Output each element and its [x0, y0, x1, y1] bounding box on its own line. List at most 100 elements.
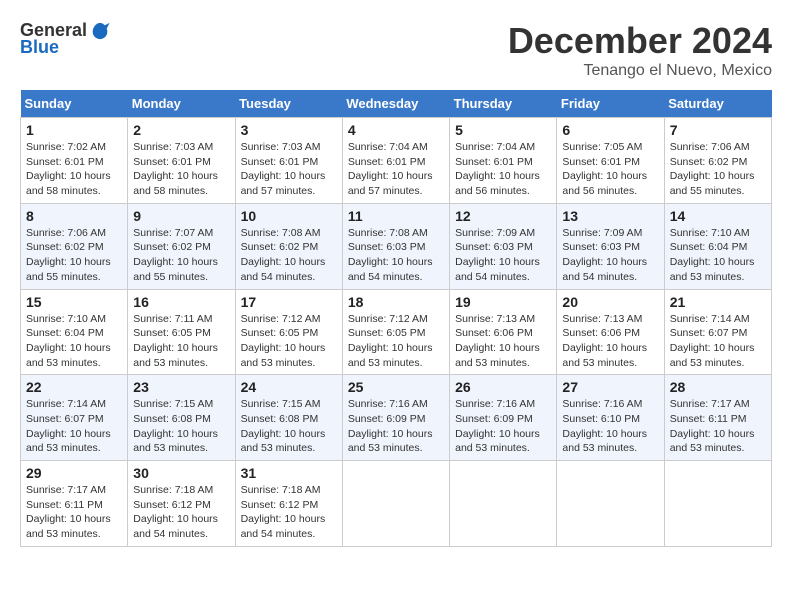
- calendar-week-row: 1 Sunrise: 7:02 AMSunset: 6:01 PMDaylight…: [21, 118, 772, 204]
- cell-date-number: 11: [348, 208, 444, 224]
- calendar-cell: [557, 461, 664, 547]
- logo: General Blue: [20, 20, 111, 58]
- cell-info: Sunrise: 7:03 AMSunset: 6:01 PMDaylight:…: [241, 140, 337, 199]
- cell-info: Sunrise: 7:18 AMSunset: 6:12 PMDaylight:…: [241, 483, 337, 542]
- cell-info: Sunrise: 7:03 AMSunset: 6:01 PMDaylight:…: [133, 140, 229, 199]
- cell-info: Sunrise: 7:10 AMSunset: 6:04 PMDaylight:…: [26, 312, 122, 371]
- calendar-cell: 31 Sunrise: 7:18 AMSunset: 6:12 PMDayligh…: [235, 461, 342, 547]
- calendar-cell: 23Sunrise: 7:15 AMSunset: 6:08 PMDayligh…: [128, 375, 235, 461]
- cell-date-number: 7: [670, 122, 766, 138]
- calendar-cell: [342, 461, 449, 547]
- month-title: December 2024: [508, 20, 772, 62]
- cell-info: Sunrise: 7:13 AMSunset: 6:06 PMDaylight:…: [455, 312, 551, 371]
- calendar-cell: 28 Sunrise: 7:17 AMSunset: 6:11 PMDayligh…: [664, 375, 771, 461]
- logo-blue-text: Blue: [20, 37, 59, 58]
- calendar-cell: 17 Sunrise: 7:12 AMSunset: 6:05 PMDayligh…: [235, 289, 342, 375]
- cell-info: Sunrise: 7:06 AMSunset: 6:02 PMDaylight:…: [26, 226, 122, 285]
- cell-info: Sunrise: 7:12 AMSunset: 6:05 PMDaylight:…: [241, 312, 337, 371]
- cell-date-number: 20: [562, 294, 658, 310]
- calendar-cell: 29 Sunrise: 7:17 AMSunset: 6:11 PMDayligh…: [21, 461, 128, 547]
- day-header-tuesday: Tuesday: [235, 90, 342, 118]
- cell-date-number: 19: [455, 294, 551, 310]
- cell-info: Sunrise: 7:06 AMSunset: 6:02 PMDaylight:…: [670, 140, 766, 199]
- calendar-cell: 7 Sunrise: 7:06 AMSunset: 6:02 PMDaylight…: [664, 118, 771, 204]
- cell-info: Sunrise: 7:18 AMSunset: 6:12 PMDaylight:…: [133, 483, 229, 542]
- calendar-cell: 20 Sunrise: 7:13 AMSunset: 6:06 PMDayligh…: [557, 289, 664, 375]
- cell-info: Sunrise: 7:17 AMSunset: 6:11 PMDaylight:…: [670, 397, 766, 456]
- cell-date-number: 14: [670, 208, 766, 224]
- cell-info: Sunrise: 7:05 AMSunset: 6:01 PMDaylight:…: [562, 140, 658, 199]
- cell-date-number: 25: [348, 379, 444, 395]
- calendar-cell: 13 Sunrise: 7:09 AMSunset: 6:03 PMDayligh…: [557, 203, 664, 289]
- cell-info: Sunrise: 7:16 AMSunset: 6:09 PMDaylight:…: [455, 397, 551, 456]
- cell-date-number: 3: [241, 122, 337, 138]
- calendar-cell: 6 Sunrise: 7:05 AMSunset: 6:01 PMDaylight…: [557, 118, 664, 204]
- cell-info: Sunrise: 7:15 AMSunset: 6:08 PMDaylight:…: [241, 397, 337, 456]
- cell-date-number: 24: [241, 379, 337, 395]
- cell-date-number: 16: [133, 294, 229, 310]
- calendar-week-row: 22Sunrise: 7:14 AMSunset: 6:07 PMDayligh…: [21, 375, 772, 461]
- calendar-cell: 15Sunrise: 7:10 AMSunset: 6:04 PMDayligh…: [21, 289, 128, 375]
- cell-date-number: 10: [241, 208, 337, 224]
- cell-info: Sunrise: 7:09 AMSunset: 6:03 PMDaylight:…: [562, 226, 658, 285]
- calendar-table: SundayMondayTuesdayWednesdayThursdayFrid…: [20, 90, 772, 547]
- location-title: Tenango el Nuevo, Mexico: [508, 62, 772, 80]
- day-header-monday: Monday: [128, 90, 235, 118]
- cell-date-number: 29: [26, 465, 122, 481]
- cell-info: Sunrise: 7:04 AMSunset: 6:01 PMDaylight:…: [348, 140, 444, 199]
- cell-info: Sunrise: 7:17 AMSunset: 6:11 PMDaylight:…: [26, 483, 122, 542]
- cell-info: Sunrise: 7:07 AMSunset: 6:02 PMDaylight:…: [133, 226, 229, 285]
- cell-date-number: 18: [348, 294, 444, 310]
- cell-info: Sunrise: 7:09 AMSunset: 6:03 PMDaylight:…: [455, 226, 551, 285]
- cell-date-number: 4: [348, 122, 444, 138]
- cell-date-number: 13: [562, 208, 658, 224]
- calendar-week-row: 29 Sunrise: 7:17 AMSunset: 6:11 PMDayligh…: [21, 461, 772, 547]
- cell-date-number: 1: [26, 122, 122, 138]
- cell-date-number: 12: [455, 208, 551, 224]
- cell-date-number: 21: [670, 294, 766, 310]
- calendar-cell: 25 Sunrise: 7:16 AMSunset: 6:09 PMDayligh…: [342, 375, 449, 461]
- cell-date-number: 2: [133, 122, 229, 138]
- cell-info: Sunrise: 7:08 AMSunset: 6:02 PMDaylight:…: [241, 226, 337, 285]
- cell-date-number: 26: [455, 379, 551, 395]
- cell-info: Sunrise: 7:12 AMSunset: 6:05 PMDaylight:…: [348, 312, 444, 371]
- cell-date-number: 31: [241, 465, 337, 481]
- calendar-cell: 5Sunrise: 7:04 AMSunset: 6:01 PMDaylight…: [450, 118, 557, 204]
- cell-info: Sunrise: 7:15 AMSunset: 6:08 PMDaylight:…: [133, 397, 229, 456]
- header: General Blue December 2024 Tenango el Nu…: [20, 20, 772, 80]
- cell-info: Sunrise: 7:16 AMSunset: 6:10 PMDaylight:…: [562, 397, 658, 456]
- cell-date-number: 8: [26, 208, 122, 224]
- cell-info: Sunrise: 7:16 AMSunset: 6:09 PMDaylight:…: [348, 397, 444, 456]
- calendar-cell: 12 Sunrise: 7:09 AMSunset: 6:03 PMDayligh…: [450, 203, 557, 289]
- calendar-cell: 10 Sunrise: 7:08 AMSunset: 6:02 PMDayligh…: [235, 203, 342, 289]
- cell-info: Sunrise: 7:11 AMSunset: 6:05 PMDaylight:…: [133, 312, 229, 371]
- calendar-cell: 21 Sunrise: 7:14 AMSunset: 6:07 PMDayligh…: [664, 289, 771, 375]
- calendar-cell: 24 Sunrise: 7:15 AMSunset: 6:08 PMDayligh…: [235, 375, 342, 461]
- calendar-cell: 3 Sunrise: 7:03 AMSunset: 6:01 PMDaylight…: [235, 118, 342, 204]
- cell-info: Sunrise: 7:10 AMSunset: 6:04 PMDaylight:…: [670, 226, 766, 285]
- calendar-header-row: SundayMondayTuesdayWednesdayThursdayFrid…: [21, 90, 772, 118]
- calendar-cell: [450, 461, 557, 547]
- calendar-cell: 26 Sunrise: 7:16 AMSunset: 6:09 PMDayligh…: [450, 375, 557, 461]
- cell-date-number: 9: [133, 208, 229, 224]
- cell-date-number: 28: [670, 379, 766, 395]
- calendar-week-row: 8 Sunrise: 7:06 AMSunset: 6:02 PMDaylight…: [21, 203, 772, 289]
- cell-date-number: 5: [455, 122, 551, 138]
- day-header-saturday: Saturday: [664, 90, 771, 118]
- calendar-week-row: 15Sunrise: 7:10 AMSunset: 6:04 PMDayligh…: [21, 289, 772, 375]
- cell-info: Sunrise: 7:02 AMSunset: 6:01 PMDaylight:…: [26, 140, 122, 199]
- title-area: December 2024 Tenango el Nuevo, Mexico: [508, 20, 772, 80]
- calendar-cell: 30Sunrise: 7:18 AMSunset: 6:12 PMDayligh…: [128, 461, 235, 547]
- cell-info: Sunrise: 7:14 AMSunset: 6:07 PMDaylight:…: [670, 312, 766, 371]
- cell-date-number: 6: [562, 122, 658, 138]
- calendar-cell: 22Sunrise: 7:14 AMSunset: 6:07 PMDayligh…: [21, 375, 128, 461]
- cell-date-number: 17: [241, 294, 337, 310]
- calendar-cell: 16 Sunrise: 7:11 AMSunset: 6:05 PMDayligh…: [128, 289, 235, 375]
- cell-info: Sunrise: 7:14 AMSunset: 6:07 PMDaylight:…: [26, 397, 122, 456]
- cell-info: Sunrise: 7:13 AMSunset: 6:06 PMDaylight:…: [562, 312, 658, 371]
- day-header-sunday: Sunday: [21, 90, 128, 118]
- day-header-thursday: Thursday: [450, 90, 557, 118]
- logo-bird-icon: [89, 21, 111, 41]
- calendar-cell: 19 Sunrise: 7:13 AMSunset: 6:06 PMDayligh…: [450, 289, 557, 375]
- cell-date-number: 27: [562, 379, 658, 395]
